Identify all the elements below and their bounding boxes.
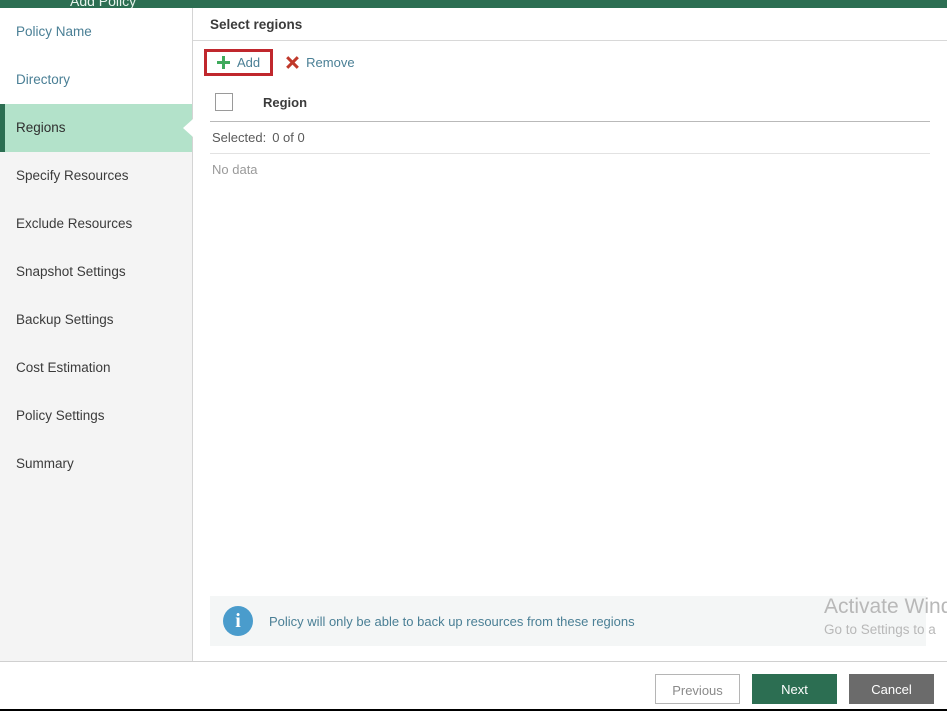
sidebar-item-summary[interactable]: Summary xyxy=(0,440,192,488)
sidebar-item-directory[interactable]: Directory xyxy=(0,56,192,104)
sidebar-item-label: Exclude Resources xyxy=(16,216,133,231)
sidebar-item-policy-name[interactable]: Policy Name xyxy=(0,8,192,56)
empty-state-text: No data xyxy=(212,161,258,177)
window-title: Add Policy xyxy=(70,0,137,8)
footer-button-group: Previous Next Cancel xyxy=(655,674,934,704)
sidebar-item-label: Snapshot Settings xyxy=(16,264,126,279)
regions-table: Region Selected: 0 of 0 No data xyxy=(193,83,947,184)
remove-button[interactable]: Remove xyxy=(278,51,362,74)
sidebar-item-exclude-resources[interactable]: Exclude Resources xyxy=(0,200,192,248)
sidebar-item-label: Policy Settings xyxy=(16,408,105,423)
sidebar-item-label: Specify Resources xyxy=(16,168,129,183)
content-panel: Select regions Add Remove Region Selecte… xyxy=(193,8,947,661)
window-titlebar: Add Policy xyxy=(0,0,947,8)
wizard-step-sidebar: Policy Name Directory Regions Specify Re… xyxy=(0,8,193,661)
selected-value: 0 of 0 xyxy=(272,130,305,145)
sidebar-item-label: Backup Settings xyxy=(16,312,114,327)
info-banner-message: Policy will only be able to back up reso… xyxy=(269,613,635,629)
sidebar-item-cost-estimation[interactable]: Cost Estimation xyxy=(0,344,192,392)
previous-button[interactable]: Previous xyxy=(655,674,740,704)
sidebar-item-label: Summary xyxy=(16,456,74,471)
column-header-region: Region xyxy=(263,94,308,110)
selected-count-row: Selected: 0 of 0 xyxy=(210,122,930,154)
info-icon: i xyxy=(223,606,253,636)
sidebar-item-snapshot-settings[interactable]: Snapshot Settings xyxy=(0,248,192,296)
sidebar-item-label: Cost Estimation xyxy=(16,360,111,375)
sidebar-item-regions[interactable]: Regions xyxy=(0,104,193,152)
sidebar-item-specify-resources[interactable]: Specify Resources xyxy=(0,152,192,200)
cancel-button[interactable]: Cancel xyxy=(849,674,934,704)
table-header-row: Region xyxy=(210,83,930,122)
regions-toolbar: Add Remove xyxy=(193,41,947,83)
sidebar-item-policy-settings[interactable]: Policy Settings xyxy=(0,392,192,440)
sidebar-item-backup-settings[interactable]: Backup Settings xyxy=(0,296,192,344)
add-button-label: Add xyxy=(237,54,261,70)
select-all-checkbox[interactable] xyxy=(215,93,233,111)
sidebar-item-label: Directory xyxy=(16,72,71,87)
sidebar-item-label: Regions xyxy=(16,120,66,135)
info-banner: i Policy will only be able to back up re… xyxy=(210,596,926,646)
empty-state-row: No data xyxy=(210,154,930,184)
selected-label: Selected: xyxy=(212,130,267,145)
wizard-body: Policy Name Directory Regions Specify Re… xyxy=(0,8,947,661)
wizard-footer: Previous Next Cancel xyxy=(0,661,947,710)
sidebar-item-label: Policy Name xyxy=(16,24,92,39)
active-step-notch xyxy=(183,119,193,137)
page-title: Select regions xyxy=(193,8,947,41)
plus-icon xyxy=(217,55,230,69)
next-button[interactable]: Next xyxy=(752,674,837,704)
add-button[interactable]: Add xyxy=(203,48,274,76)
remove-button-label: Remove xyxy=(306,54,355,70)
close-icon xyxy=(286,56,299,69)
